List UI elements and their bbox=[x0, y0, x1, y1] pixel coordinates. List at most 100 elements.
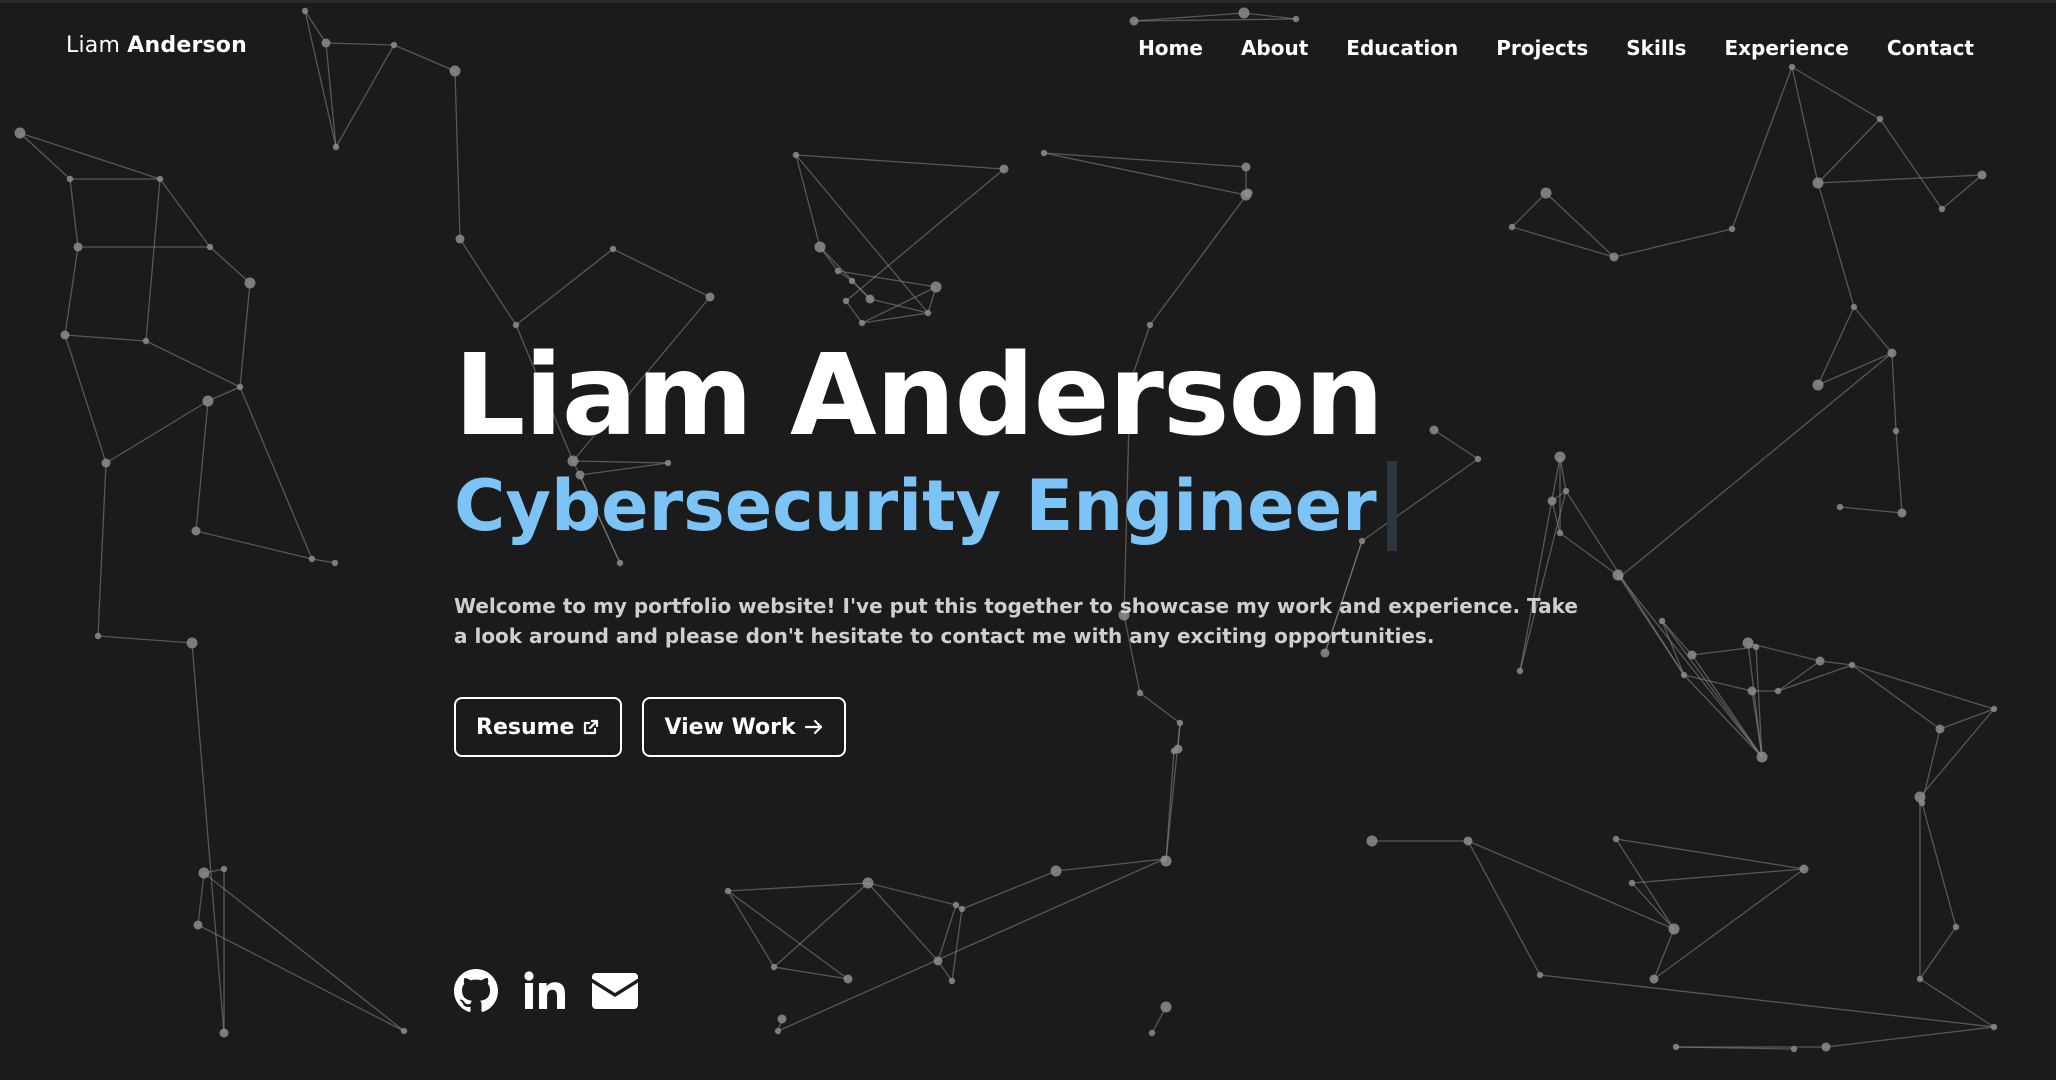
network-link bbox=[1817, 118, 1881, 184]
nav-item-experience[interactable]: Experience bbox=[1724, 36, 1848, 60]
network-link bbox=[1511, 192, 1547, 228]
network-node bbox=[198, 867, 210, 879]
network-link bbox=[1817, 352, 1893, 386]
network-node bbox=[1977, 170, 1987, 180]
network-link bbox=[1895, 430, 1903, 514]
network-link bbox=[454, 70, 461, 240]
network-node bbox=[73, 242, 83, 252]
network-link bbox=[1891, 352, 1897, 432]
view-work-button[interactable]: View Work bbox=[642, 697, 846, 757]
resume-button[interactable]: Resume bbox=[454, 697, 623, 757]
network-node bbox=[455, 234, 465, 244]
network-link bbox=[869, 298, 929, 314]
linkedin-link[interactable] bbox=[524, 971, 566, 1015]
network-node bbox=[94, 632, 102, 640]
network-link bbox=[64, 334, 107, 464]
network-node bbox=[834, 267, 842, 275]
network-node bbox=[1752, 643, 1760, 651]
view-work-button-label: View Work bbox=[664, 714, 796, 740]
network-link bbox=[1919, 926, 1957, 980]
network-link bbox=[1853, 306, 1893, 354]
network-node bbox=[848, 277, 856, 285]
network-link bbox=[1817, 174, 1983, 184]
network-node bbox=[1990, 1023, 1998, 1031]
network-node bbox=[202, 395, 214, 407]
network-node bbox=[191, 526, 201, 536]
email-link[interactable] bbox=[592, 973, 638, 1013]
network-link bbox=[1043, 152, 1247, 168]
network-node bbox=[220, 865, 228, 873]
network-node bbox=[1649, 974, 1659, 984]
network-link bbox=[819, 246, 871, 300]
network-link bbox=[727, 890, 775, 968]
network-node bbox=[1914, 791, 1926, 803]
network-link bbox=[1467, 840, 1675, 930]
network-node bbox=[609, 245, 617, 253]
nav-item-home[interactable]: Home bbox=[1138, 36, 1203, 60]
network-node bbox=[814, 241, 826, 253]
network-node bbox=[724, 887, 732, 895]
network-node bbox=[1540, 187, 1552, 199]
network-link bbox=[1777, 664, 1853, 692]
navbar: Liam Anderson Home About Education Proje… bbox=[0, 3, 2056, 95]
network-node bbox=[842, 297, 850, 305]
network-link bbox=[64, 334, 147, 342]
network-link bbox=[239, 282, 251, 388]
network-link bbox=[1653, 868, 1805, 980]
network-node bbox=[331, 559, 339, 567]
network-link bbox=[727, 882, 869, 892]
network-link bbox=[97, 635, 193, 644]
network-link bbox=[1467, 840, 1541, 976]
network-link bbox=[867, 882, 939, 962]
nav-item-projects[interactable]: Projects bbox=[1496, 36, 1588, 60]
network-node bbox=[219, 1028, 229, 1038]
network-node bbox=[308, 555, 316, 563]
hero-intro: Welcome to my portfolio website! I've pu… bbox=[454, 594, 1578, 648]
network-link bbox=[19, 132, 161, 180]
network-link bbox=[1613, 228, 1733, 258]
network-node bbox=[924, 309, 932, 317]
network-link bbox=[773, 882, 869, 968]
network-link bbox=[159, 178, 211, 248]
github-link[interactable] bbox=[454, 969, 498, 1017]
nav-menu: Home About Education Projects Skills Exp… bbox=[1138, 36, 1974, 60]
nav-item-contact[interactable]: Contact bbox=[1887, 36, 1974, 60]
nav-item-skills[interactable]: Skills bbox=[1626, 36, 1686, 60]
network-link bbox=[145, 178, 161, 342]
network-node bbox=[1668, 923, 1680, 935]
network-node bbox=[1774, 687, 1782, 695]
network-node bbox=[512, 321, 520, 329]
network-link bbox=[845, 300, 863, 324]
network-node bbox=[66, 175, 74, 183]
hero-role: Cybersecurity Engineer bbox=[454, 461, 1694, 551]
network-node bbox=[1609, 252, 1619, 262]
network-node bbox=[1935, 724, 1945, 734]
network-node bbox=[958, 905, 966, 913]
network-node bbox=[1850, 303, 1858, 311]
network-node bbox=[1146, 321, 1154, 329]
network-link bbox=[1615, 838, 1805, 870]
page: Liam Anderson Home About Education Proje… bbox=[0, 0, 2056, 1080]
nav-item-education[interactable]: Education bbox=[1346, 36, 1458, 60]
network-node bbox=[244, 277, 256, 289]
network-node bbox=[1672, 1043, 1680, 1051]
network-node bbox=[774, 1027, 782, 1035]
network-node bbox=[1836, 503, 1844, 511]
arrow-right-icon bbox=[804, 718, 824, 736]
network-link bbox=[1683, 674, 1753, 692]
network-link bbox=[197, 924, 405, 1032]
network-link bbox=[239, 386, 313, 560]
network-link bbox=[727, 890, 849, 980]
network-node bbox=[1790, 1045, 1798, 1053]
network-link bbox=[845, 168, 1005, 302]
network-node bbox=[1799, 864, 1809, 874]
brand-logo[interactable]: Liam Anderson bbox=[66, 33, 247, 58]
typing-cursor bbox=[1386, 461, 1397, 551]
network-node bbox=[400, 1027, 408, 1035]
network-link bbox=[867, 882, 957, 906]
network-link bbox=[795, 154, 929, 314]
nav-item-about[interactable]: About bbox=[1241, 36, 1308, 60]
network-node bbox=[142, 337, 150, 345]
network-node bbox=[1747, 686, 1757, 696]
hero-section: Liam Anderson Cybersecurity Engineer Wel… bbox=[454, 333, 1694, 757]
